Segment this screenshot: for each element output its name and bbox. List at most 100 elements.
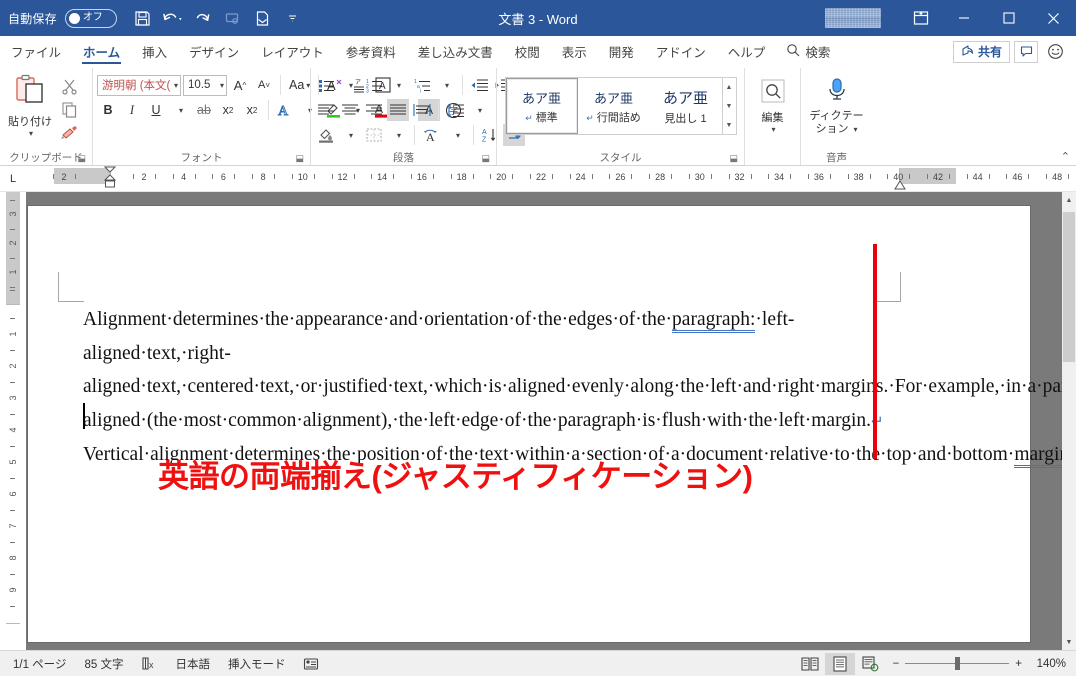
- document-canvas[interactable]: Alignment·determines·the·appearance·and·…: [26, 192, 1076, 650]
- borders-button[interactable]: [363, 124, 385, 146]
- accessibility-icon[interactable]: [294, 652, 328, 676]
- line-spacing-button[interactable]: [444, 99, 466, 121]
- horizontal-ruler[interactable]: L 22468101214161820222426283032343638404…: [0, 166, 1076, 192]
- redo-icon[interactable]: [189, 5, 217, 31]
- format-painter-button[interactable]: [56, 121, 82, 143]
- bold-button[interactable]: B: [97, 99, 119, 121]
- share-button[interactable]: 共有: [953, 41, 1010, 63]
- decrease-indent-button[interactable]: [468, 74, 490, 96]
- superscript-button[interactable]: x2: [241, 99, 263, 121]
- multilevel-list-dropdown-icon[interactable]: ▾: [435, 74, 457, 96]
- comments-icon[interactable]: [1014, 41, 1038, 63]
- zoom-out-button[interactable]: −: [893, 658, 900, 670]
- tab-references[interactable]: 参考資料: [335, 36, 407, 67]
- scrollbar-thumb[interactable]: [1063, 212, 1075, 362]
- paragraph-1[interactable]: Alignment·determines·the·appearance·and·…: [83, 303, 878, 438]
- text-effects-button[interactable]: A: [274, 99, 296, 121]
- chevron-down-icon[interactable]: [279, 5, 307, 31]
- zoom-slider[interactable]: − +: [885, 658, 1030, 670]
- dictate-button[interactable]: ディクテー ション ▾: [805, 75, 868, 135]
- copy-button[interactable]: [56, 98, 82, 120]
- print-preview-icon[interactable]: [249, 5, 277, 31]
- tab-review[interactable]: 校閲: [504, 36, 551, 67]
- styles-gallery-scrollbar[interactable]: ▲ ▼ ▼: [722, 78, 736, 134]
- borders-dropdown-icon[interactable]: ▾: [387, 124, 409, 146]
- autosave-toggle[interactable]: オフ: [65, 9, 117, 28]
- paragraph-dialog-launcher[interactable]: ⬓: [481, 153, 490, 164]
- editing-button[interactable]: 編集 ▾: [749, 77, 796, 134]
- numbering-button[interactable]: 123: [363, 74, 385, 96]
- input-mode-indicator[interactable]: 挿入モード: [219, 652, 295, 676]
- paragraph-1-grammar-error[interactable]: paragraph:: [672, 309, 755, 333]
- shrink-font-button[interactable]: A˅: [253, 74, 275, 96]
- tab-view[interactable]: 表示: [551, 36, 598, 67]
- save-icon[interactable]: [129, 5, 157, 31]
- close-button[interactable]: [1031, 0, 1076, 36]
- editing-dropdown-icon[interactable]: ▾: [771, 125, 775, 134]
- collapse-ribbon-icon[interactable]: ⌃: [1061, 150, 1070, 163]
- tab-design[interactable]: デザイン: [178, 36, 250, 67]
- zoom-thumb[interactable]: [955, 657, 960, 670]
- vertical-ruler[interactable]: 321123456789: [0, 192, 26, 650]
- line-spacing-dropdown-icon[interactable]: ▾: [468, 99, 490, 121]
- subscript-button[interactable]: x2: [217, 99, 239, 121]
- zoom-in-button[interactable]: +: [1015, 658, 1022, 670]
- grow-font-button[interactable]: A^: [229, 74, 251, 96]
- word-count[interactable]: 85 文字: [75, 652, 132, 676]
- font-dialog-launcher[interactable]: ⬓: [295, 153, 304, 164]
- bullets-button[interactable]: [315, 74, 337, 96]
- tab-help[interactable]: ヘルプ: [717, 36, 777, 67]
- tab-developer[interactable]: 開発: [598, 36, 645, 67]
- align-left-button[interactable]: [315, 99, 337, 121]
- zoom-track[interactable]: [905, 663, 1009, 664]
- page-indicator[interactable]: 1/1 ページ: [4, 652, 75, 676]
- read-mode-button[interactable]: [795, 653, 825, 675]
- zoom-level[interactable]: 140%: [1030, 658, 1072, 670]
- justify-button[interactable]: [387, 99, 409, 121]
- tab-file[interactable]: ファイル: [0, 36, 72, 67]
- clipboard-dialog-launcher[interactable]: ⬓: [77, 153, 86, 164]
- style-item-no-spacing[interactable]: あア亜 ↵ 行間詰め: [578, 78, 650, 134]
- scroll-up-icon[interactable]: ▲: [1062, 192, 1076, 208]
- bullets-dropdown-icon[interactable]: ▾: [339, 74, 361, 96]
- strikethrough-button[interactable]: ab: [193, 99, 215, 121]
- undo-icon[interactable]: [159, 5, 187, 31]
- tab-layout[interactable]: レイアウト: [250, 36, 335, 67]
- document-body-text[interactable]: Alignment·determines·the·appearance·and·…: [83, 303, 878, 473]
- maximize-button[interactable]: [986, 0, 1031, 36]
- font-name-dropdown-icon[interactable]: ▾: [174, 81, 178, 90]
- styles-scroll-up-icon[interactable]: ▲: [723, 78, 736, 96]
- align-right-button[interactable]: [363, 99, 385, 121]
- ribbon-display-options-icon[interactable]: [901, 0, 941, 36]
- styles-more-icon[interactable]: ▼: [723, 116, 736, 134]
- right-indent-marker[interactable]: [894, 177, 906, 187]
- tab-home[interactable]: ホーム: [72, 36, 131, 67]
- shading-dropdown-icon[interactable]: ▾: [339, 124, 361, 146]
- tab-stop-selector[interactable]: L: [0, 166, 26, 191]
- style-item-heading1[interactable]: あア亜 見出し 1: [650, 78, 722, 134]
- font-size-combo[interactable]: 10.5 ▾: [183, 75, 227, 96]
- left-indent-markers[interactable]: [104, 166, 116, 188]
- paste-dropdown-icon[interactable]: ▾: [29, 129, 33, 138]
- italic-button[interactable]: I: [121, 99, 143, 121]
- shading-button[interactable]: [315, 124, 337, 146]
- tab-insert[interactable]: 挿入: [131, 36, 178, 67]
- paste-button[interactable]: 貼り付け ▾: [4, 71, 56, 138]
- minimize-button[interactable]: [941, 0, 986, 36]
- scroll-down-icon[interactable]: ▼: [1062, 634, 1076, 650]
- print-layout-button[interactable]: [825, 653, 855, 675]
- touch-icon[interactable]: [219, 5, 247, 31]
- feedback-smiley-icon[interactable]: [1042, 39, 1068, 65]
- asian-layout-button[interactable]: A: [420, 124, 444, 146]
- multilevel-list-button[interactable]: 1ai: [411, 74, 433, 96]
- cut-button[interactable]: [56, 75, 82, 97]
- document-page[interactable]: Alignment·determines·the·appearance·and·…: [28, 206, 1030, 642]
- distribute-button[interactable]: [411, 99, 433, 121]
- numbering-dropdown-icon[interactable]: ▾: [387, 74, 409, 96]
- style-item-normal[interactable]: あア亜 ↵ 標準: [506, 78, 578, 134]
- font-name-combo[interactable]: 游明朝 (本文( ▾: [97, 75, 181, 96]
- align-center-button[interactable]: [339, 99, 361, 121]
- search-box[interactable]: 検索: [776, 36, 840, 67]
- language-indicator[interactable]: 日本語: [166, 652, 219, 676]
- underline-button[interactable]: U: [145, 99, 167, 121]
